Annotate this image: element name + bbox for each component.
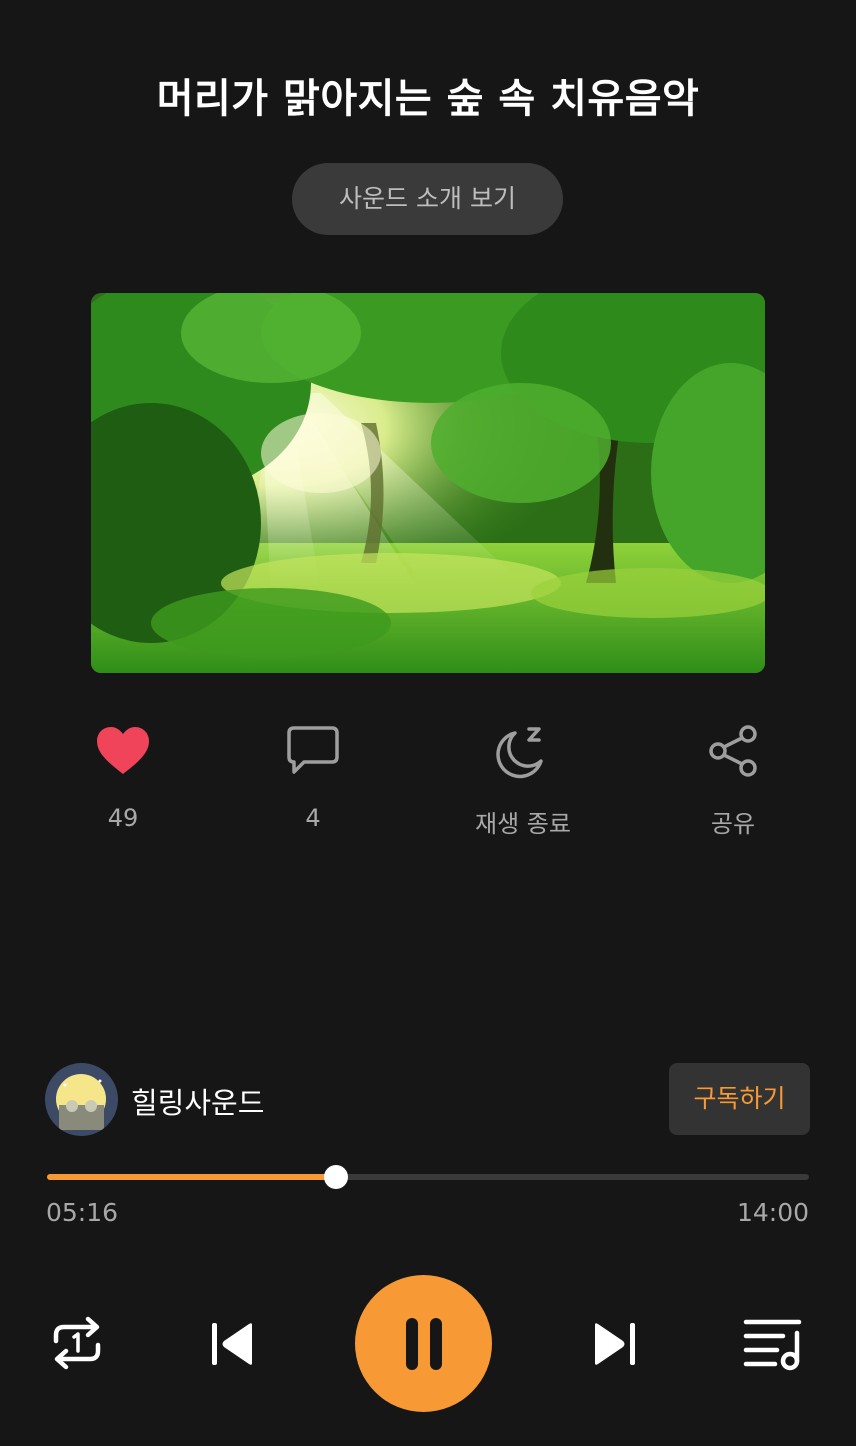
playlist-button[interactable] <box>742 1316 804 1372</box>
sleep-timer-icon <box>496 727 543 779</box>
heart-icon <box>97 727 149 774</box>
pause-icon <box>405 1317 442 1370</box>
sound-intro-button[interactable]: 사운드 소개 보기 <box>292 163 563 235</box>
next-button[interactable] <box>589 1318 641 1370</box>
sunlit-forest-image <box>91 293 765 673</box>
share-label: 공유 <box>710 810 756 838</box>
sleep-timer-label: 재생 종료 <box>475 810 571 838</box>
previous-icon <box>212 1323 252 1365</box>
repeat-one-icon <box>53 1316 101 1370</box>
total-time: 14:00 <box>736 1198 809 1227</box>
channel-name[interactable]: 힐링사운드 <box>131 1080 264 1122</box>
share-action[interactable]: 공유 <box>653 720 813 839</box>
next-icon <box>595 1323 635 1365</box>
current-time: 05:16 <box>46 1198 119 1227</box>
comment-action[interactable]: 4 <box>233 720 393 832</box>
repeat-one-button[interactable] <box>48 1313 106 1373</box>
comment-icon <box>287 726 339 774</box>
comment-count: 4 <box>305 804 321 832</box>
sleep-timer-action[interactable]: 재생 종료 <box>443 720 603 839</box>
pause-button[interactable] <box>355 1275 492 1412</box>
page-title: 머리가 맑아지는 숲 속 치유음악 <box>156 76 700 122</box>
like-count: 49 <box>107 804 139 832</box>
playlist-icon <box>743 1319 802 1371</box>
share-icon <box>709 725 757 777</box>
previous-button[interactable] <box>206 1318 258 1370</box>
progress-fill <box>47 1174 336 1180</box>
avatar-image <box>45 1063 118 1136</box>
subscribe-button[interactable]: 구독하기 <box>669 1063 810 1135</box>
like-action[interactable]: 49 <box>43 720 203 832</box>
progress-handle[interactable] <box>323 1165 348 1189</box>
cover-image <box>91 293 765 673</box>
channel-avatar[interactable] <box>45 1063 118 1136</box>
progress-bar[interactable] <box>47 1165 809 1189</box>
